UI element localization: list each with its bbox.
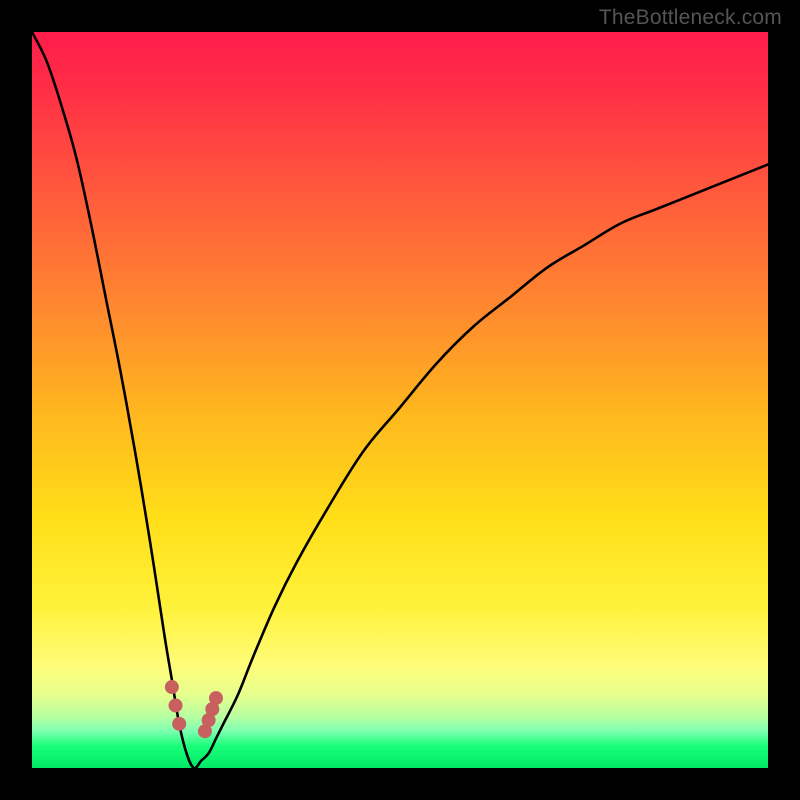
chart-frame: TheBottleneck.com [0,0,800,800]
optimum-marker [165,680,179,694]
optimum-marker [169,698,183,712]
bottleneck-curve-path [32,32,768,768]
curve-svg [32,32,768,768]
marker-group [165,680,223,738]
bottleneck-curve [32,32,768,768]
optimum-marker [172,717,186,731]
watermark-text: TheBottleneck.com [599,6,782,30]
optimum-marker [209,691,223,705]
plot-area [32,32,768,768]
